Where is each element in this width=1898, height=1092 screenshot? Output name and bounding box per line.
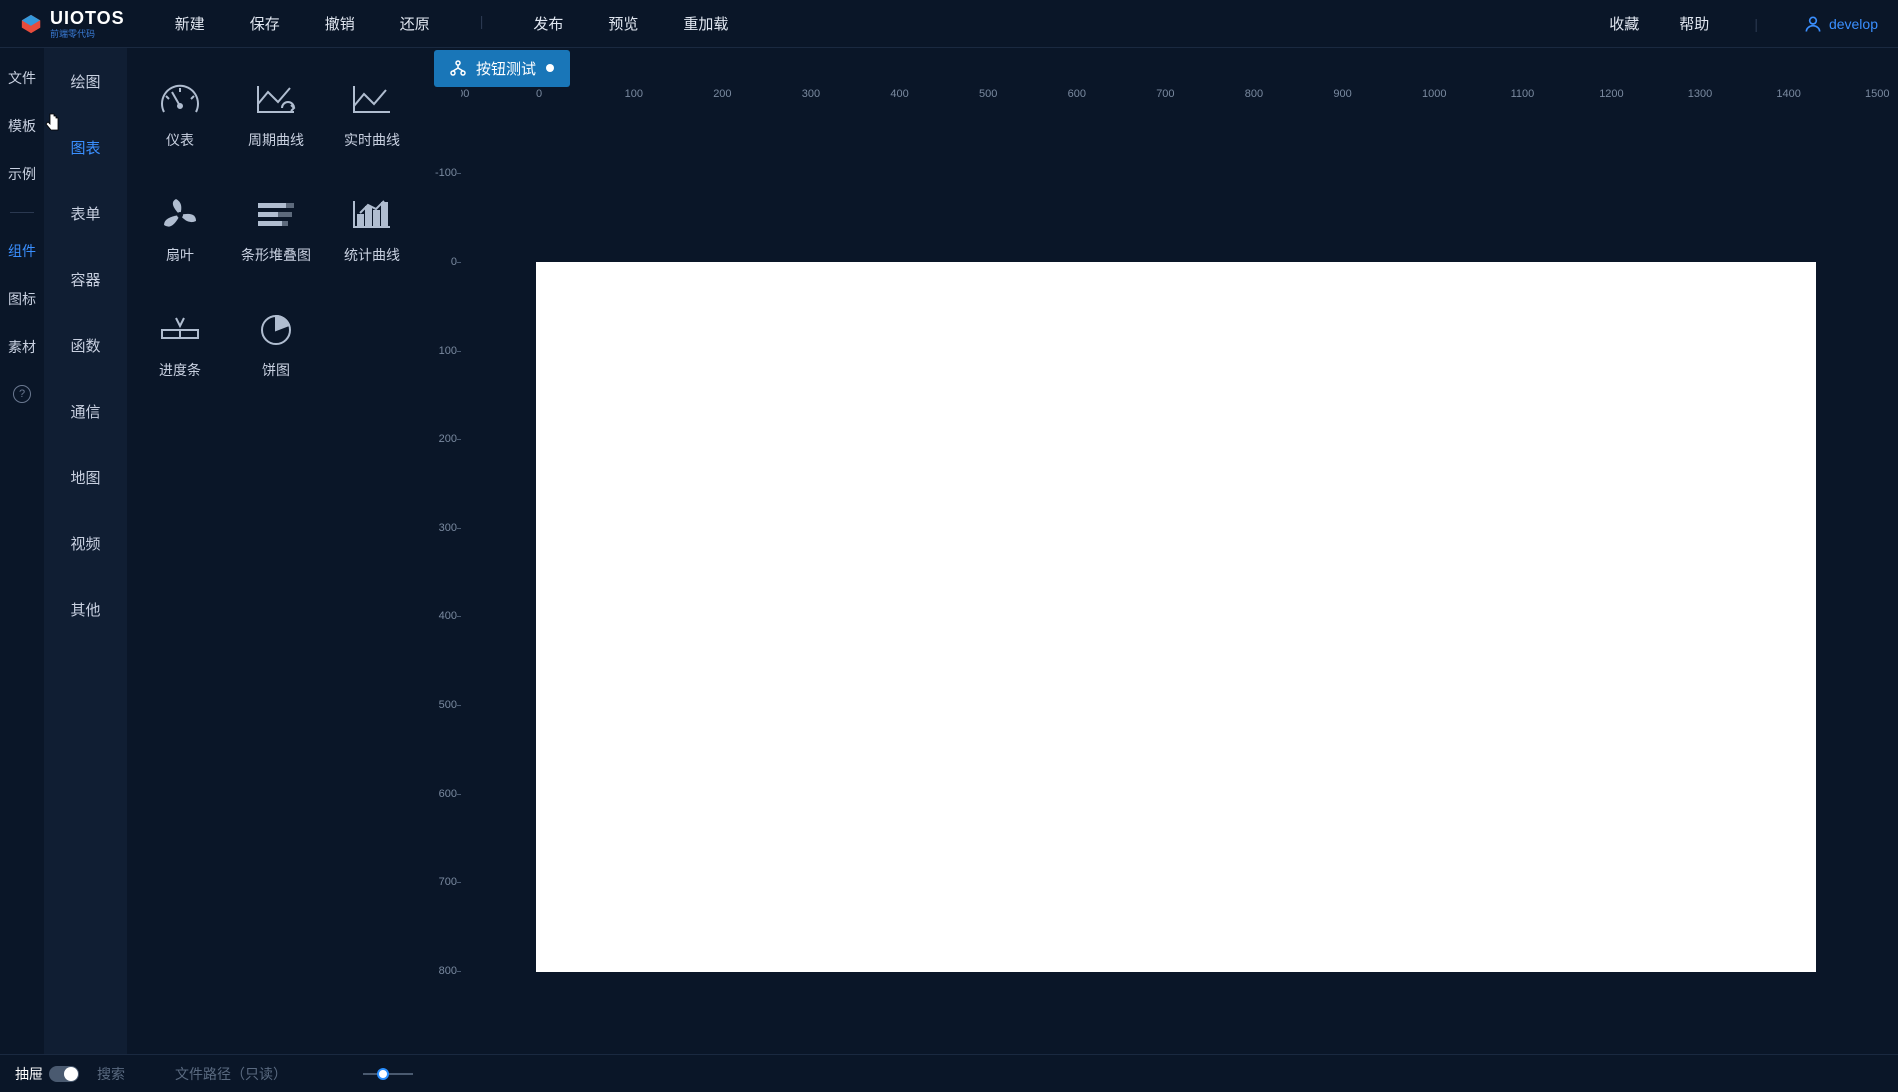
menu-help[interactable]: 帮助 (1679, 13, 1709, 34)
comp-bar-stack[interactable]: 条形堆叠图 (228, 173, 324, 288)
sb1-example[interactable]: 示例 (8, 164, 36, 184)
menu-save[interactable]: 保存 (250, 13, 280, 34)
search-input[interactable] (97, 1066, 157, 1082)
sb2-draw[interactable]: 绘图 (44, 48, 127, 114)
tab-active[interactable]: 按钮测试 (434, 50, 570, 87)
menu-new[interactable]: 新建 (175, 13, 205, 34)
drawer-label: 抽屉 (15, 1064, 43, 1084)
help-icon[interactable]: ? (13, 385, 31, 403)
comp-label: 统计曲线 (344, 245, 400, 265)
menu-undo[interactable]: 撤销 (325, 13, 355, 34)
canvas-wrap: 按钮测试 -200-100010020030040050060070080090… (429, 48, 1898, 1054)
comp-progress[interactable]: 进度条 (132, 288, 228, 403)
main-area: 文件 模板 示例 组件 图标 素材 ? 绘图 图表 表单 容器 函数 通信 地图… (0, 48, 1898, 1054)
comp-fan[interactable]: 扇叶 (132, 173, 228, 288)
drawer-toggle[interactable]: 抽屉 (15, 1064, 79, 1084)
sb2-form[interactable]: 表单 (44, 180, 127, 246)
ruler-vertical[interactable]: -200-1000100200300400500600700800 (429, 112, 461, 1054)
top-header: UIOTOS 前端零代码 新建 保存 撤销 还原 | 发布 预览 重加载 收藏 … (0, 0, 1898, 48)
comp-cycle-curve[interactable]: 周期曲线 (228, 58, 324, 173)
tab-bar: 按钮测试 (429, 48, 1898, 88)
user-icon (1803, 14, 1823, 34)
comp-label: 实时曲线 (344, 130, 400, 150)
logo-cube-icon (20, 13, 42, 35)
component-palette: 仪表 周期曲线 实时曲线 (127, 48, 429, 1054)
comp-label: 扇叶 (166, 245, 194, 265)
logo[interactable]: UIOTOS 前端零代码 (20, 8, 125, 40)
sb2-function[interactable]: 函数 (44, 312, 127, 378)
menu-favorite[interactable]: 收藏 (1609, 13, 1639, 34)
artboard[interactable] (536, 262, 1816, 972)
canvas-body: -200-1000100200300400500600700800 (429, 112, 1898, 1054)
user-name: develop (1829, 16, 1878, 32)
hierarchy-icon (450, 60, 466, 76)
comp-label: 周期曲线 (248, 130, 304, 150)
zoom-slider[interactable] (363, 1073, 413, 1075)
sb1-component[interactable]: 组件 (8, 241, 36, 261)
sb1-asset[interactable]: 素材 (8, 337, 36, 357)
sb2-comm[interactable]: 通信 (44, 378, 127, 444)
sb2-container[interactable]: 容器 (44, 246, 127, 312)
bar-stack-icon (254, 197, 298, 233)
user-menu[interactable]: develop (1803, 14, 1878, 34)
comp-realtime-curve[interactable]: 实时曲线 (324, 58, 420, 173)
comp-label: 进度条 (159, 360, 201, 380)
header-right: 收藏 帮助 | develop (1609, 13, 1878, 34)
sb1-file[interactable]: 文件 (8, 68, 36, 88)
fan-icon (158, 197, 202, 233)
top-menu: 新建 保存 撤销 还原 | 发布 预览 重加载 (175, 13, 729, 34)
pie-icon (254, 312, 298, 348)
canvas-area[interactable] (461, 112, 1898, 1054)
comp-pie[interactable]: 饼图 (228, 288, 324, 403)
ruler-horizontal[interactable]: -200-10001002003004005006007008009001000… (461, 88, 1898, 112)
comp-label: 仪表 (166, 130, 194, 150)
comp-label: 饼图 (262, 360, 290, 380)
tab-modified-dot (546, 64, 554, 72)
sb2-video[interactable]: 视频 (44, 510, 127, 576)
tab-title: 按钮测试 (476, 58, 536, 79)
realtime-curve-icon (350, 82, 394, 118)
sidebar-primary: 文件 模板 示例 组件 图标 素材 ? (0, 48, 44, 1054)
comp-stat-curve[interactable]: 统计曲线 (324, 173, 420, 288)
sb1-iconlib[interactable]: 图标 (8, 289, 36, 309)
sb2-map[interactable]: 地图 (44, 444, 127, 510)
sb2-other[interactable]: 其他 (44, 576, 127, 642)
header-divider: | (1754, 16, 1758, 32)
comp-label: 条形堆叠图 (241, 245, 311, 265)
sidebar-secondary: 绘图 图表 表单 容器 函数 通信 地图 视频 其他 (44, 48, 127, 1054)
progress-icon (158, 312, 202, 348)
menu-reload[interactable]: 重加载 (683, 13, 728, 34)
cycle-curve-icon (254, 82, 298, 118)
stat-curve-icon (350, 197, 394, 233)
menu-redo[interactable]: 还原 (400, 13, 430, 34)
gauge-icon (158, 82, 202, 118)
sb1-template[interactable]: 模板 (8, 116, 36, 136)
logo-text: UIOTOS (50, 8, 125, 29)
menu-divider: | (480, 13, 484, 34)
comp-gauge[interactable]: 仪表 (132, 58, 228, 173)
toggle-switch[interactable] (49, 1066, 79, 1082)
sb1-divider (10, 212, 34, 213)
footer-bar: 抽屉 文件路径（只读） (0, 1054, 1898, 1092)
menu-preview[interactable]: 预览 (608, 13, 638, 34)
file-path-label: 文件路径（只读） (175, 1064, 287, 1084)
sb2-chart[interactable]: 图表 (44, 114, 127, 180)
menu-publish[interactable]: 发布 (533, 13, 563, 34)
